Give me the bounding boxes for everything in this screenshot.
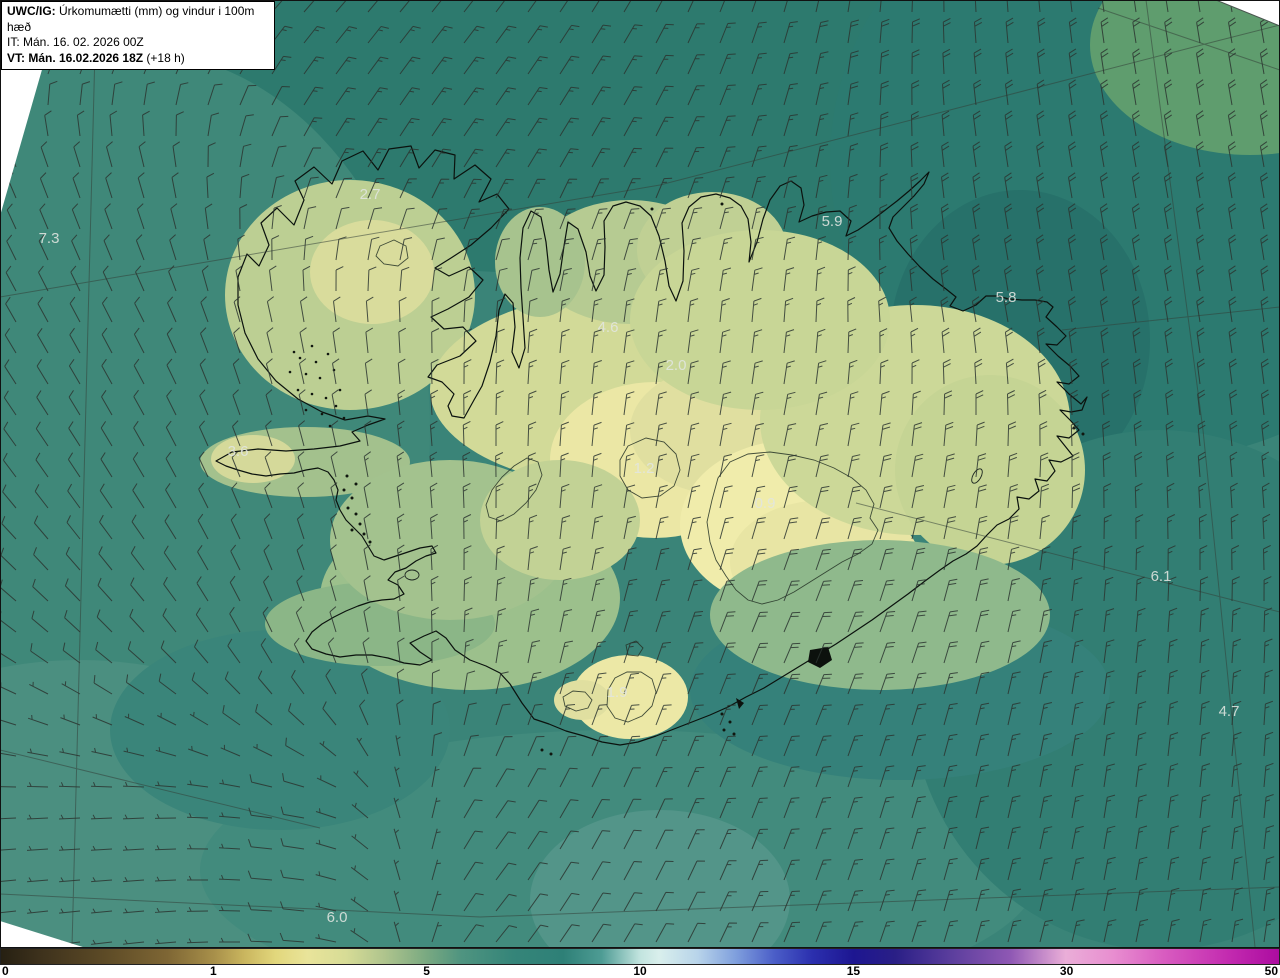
value-label: 6.1 [1151, 568, 1172, 585]
colorbar-tick-row: 0 1 5 10 15 30 50 [0, 964, 1280, 978]
value-label: 0.9 [755, 495, 776, 512]
value-label: 7.3 [39, 230, 60, 247]
colorbar-tick-label: 5 [423, 964, 430, 978]
valid-time-line: VT: Mán. 16.02.2026 18Z (+18 h) [7, 51, 269, 67]
precipitation-colorbar: 0 1 5 10 15 30 50 [0, 948, 1280, 978]
colorbar-tick-label: 0 [2, 964, 9, 978]
value-label: 5.9 [822, 213, 843, 230]
product-prefix: UWC/IG: [7, 4, 56, 18]
colorbar-gradient [0, 948, 1280, 965]
colorbar-tick-label: 50 [1264, 964, 1278, 978]
weather-map-screen: 7.3 2.7 5.9 5.8 4.6 2.0 1.2 0.9 3.6 1.9 6.1 4.7 6.0 … [0, 0, 1280, 978]
colorbar-tick-label: 10 [633, 964, 647, 978]
value-label: 4.6 [598, 319, 619, 336]
valid-time: VT: Mán. 16.02.2026 18Z [7, 50, 144, 65]
value-label: 3.6 [228, 443, 249, 460]
product-title-line: UWC/IG: Úrkomumætti (mm) og vindur i 100… [7, 4, 269, 35]
colorbar-tick-label: 1 [210, 964, 217, 978]
colorbar-tick-label: 30 [1059, 964, 1074, 978]
value-label: 1.9 [607, 684, 628, 701]
value-label: 4.7 [1219, 703, 1240, 720]
value-label: 1.2 [634, 460, 655, 477]
value-label: 2.0 [666, 357, 687, 374]
value-label: 5.8 [996, 289, 1017, 306]
weather-map: 7.3 2.7 5.9 5.8 4.6 2.0 1.2 0.9 3.6 1.9 6.1 4.7 6.0 [0, 0, 1280, 948]
value-label: 6.0 [327, 909, 348, 926]
forecast-title-box: UWC/IG: Úrkomumætti (mm) og vindur i 100… [1, 1, 275, 70]
valid-time-offset: (+18 h) [143, 50, 185, 65]
init-time-line: IT: Mán. 16. 02. 2026 00Z [7, 35, 144, 49]
colorbar-tick-label: 15 [846, 964, 861, 978]
value-label: 2.7 [360, 186, 381, 203]
